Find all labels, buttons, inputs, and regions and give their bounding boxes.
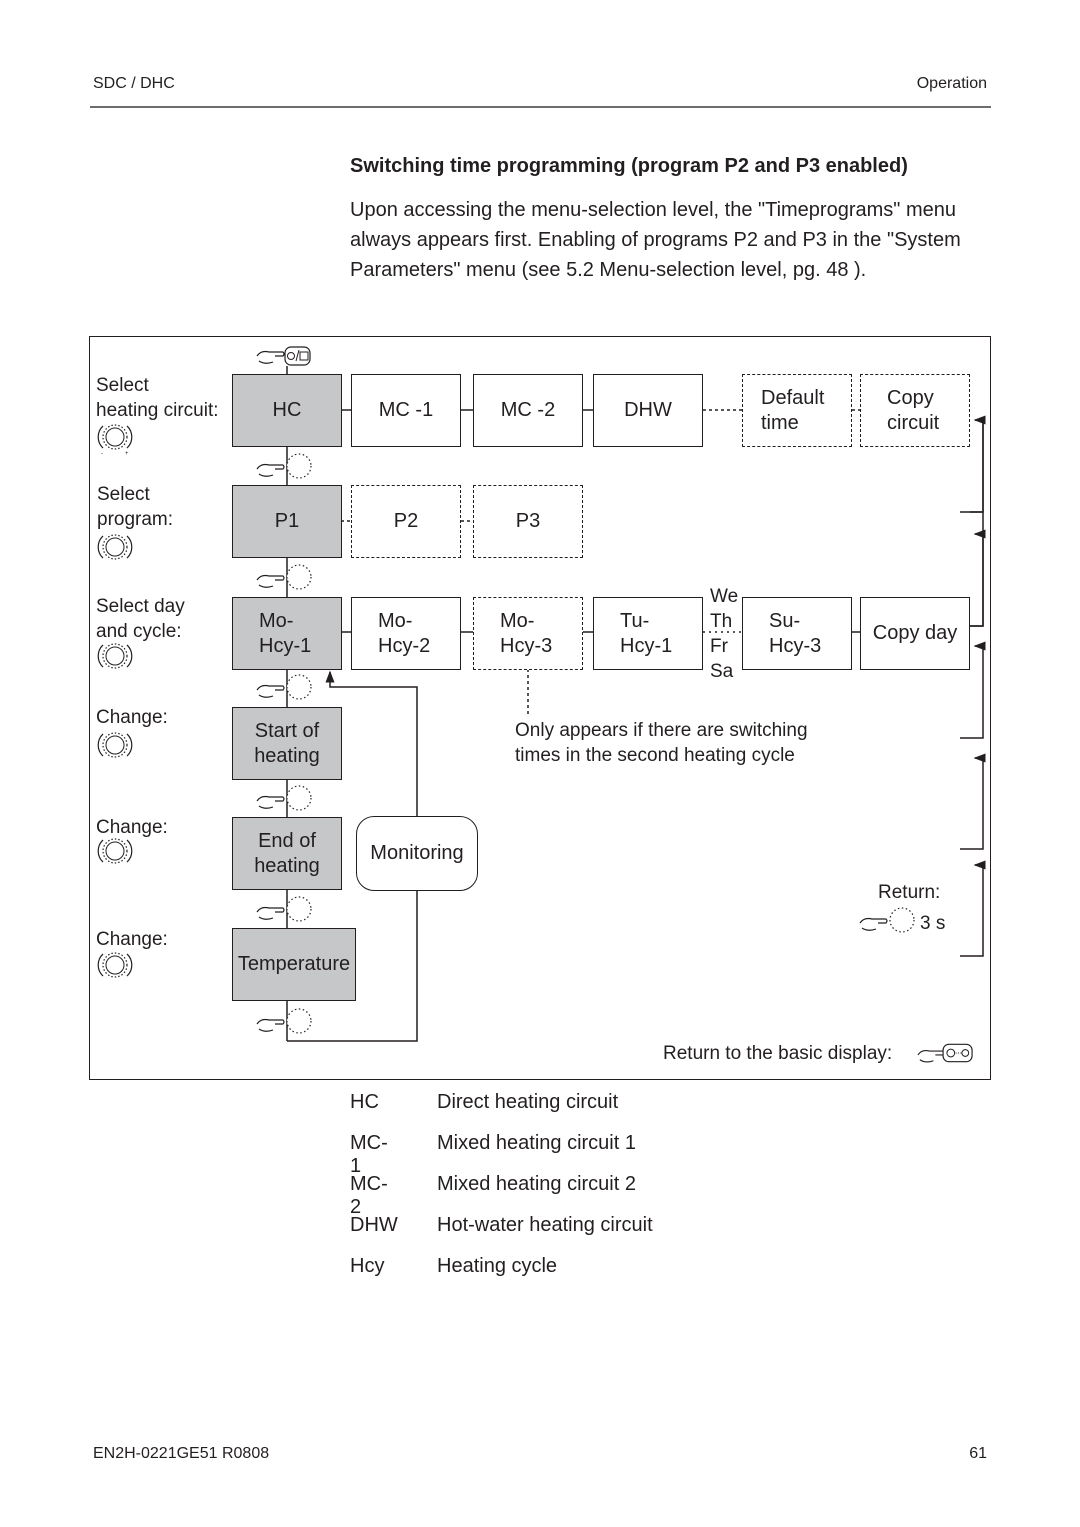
end-of-heating[interactable]: End of heating [232, 817, 342, 890]
box-line: heating [254, 854, 320, 877]
note-line: times in the second heating cycle [515, 745, 795, 766]
press-knob-icon [256, 785, 312, 811]
program-p2[interactable]: P2 [351, 485, 461, 558]
day-mo-hcy1[interactable]: Mo- Hcy-1 [232, 597, 342, 670]
legend-key: DHW [350, 1214, 398, 1236]
box-line: Mo- [259, 609, 294, 632]
legend-value: Mixed heating circuit 1 [437, 1132, 636, 1154]
circuit-mc2[interactable]: MC -2 [473, 374, 583, 447]
day-su-hcy3[interactable]: Su- Hcy-3 [742, 597, 852, 670]
return-basic-label: Return to the basic display: [663, 1043, 893, 1064]
press-knob-icon [256, 1008, 312, 1034]
press-knob-icon [859, 907, 915, 933]
box-line: Mo- [500, 609, 535, 632]
box-line: Copy [887, 386, 934, 409]
rotary-knob-icon [97, 643, 133, 669]
page-number: 61 [969, 1445, 987, 1462]
box-line: Hcy-3 [769, 634, 822, 657]
return-time: 3 s [920, 913, 946, 934]
monitoring: Monitoring [356, 816, 478, 891]
legend-value: Hot-water heating circuit [437, 1214, 653, 1236]
note-line: Only appears if there are switching [515, 720, 808, 741]
box-line: Hcy-2 [378, 634, 431, 657]
legend-key: HC [350, 1091, 379, 1113]
label-line: Select [96, 375, 149, 396]
copy-day[interactable]: Copy day [860, 597, 970, 670]
day-sa: Sa [710, 661, 734, 682]
press-knob-icon [256, 453, 312, 479]
label-line: Select day [96, 596, 185, 617]
day-th: Th [710, 611, 733, 632]
box-line: Tu- [620, 609, 650, 632]
box-line: Hcy-1 [620, 634, 673, 657]
box-line: Su- [769, 609, 801, 632]
box-line: Default [761, 386, 825, 409]
default-time[interactable]: Default time [742, 374, 852, 447]
footer-doc-code: EN2H-0221GE51 R0808 [93, 1445, 270, 1462]
legend-value: Direct heating circuit [437, 1091, 619, 1113]
box-line: Mo- [378, 609, 413, 632]
rotary-knob-icon [97, 534, 133, 560]
circuit-dhw[interactable]: DHW [593, 374, 703, 447]
press-knob-icon [256, 564, 312, 590]
box-line: Hcy-3 [500, 634, 553, 657]
copy-circuit[interactable]: Copy circuit [860, 374, 970, 447]
day-we: We [710, 586, 739, 607]
label-select-day: Select day and cycle: [96, 594, 185, 644]
day-fr: Fr [710, 636, 728, 657]
day-tu-hcy1[interactable]: Tu- Hcy-1 [593, 597, 703, 670]
press-knob-icon [256, 674, 312, 700]
circuit-mc1[interactable]: MC -1 [351, 374, 461, 447]
program-p1[interactable]: P1 [232, 485, 342, 558]
clock-menu-key-icon [256, 346, 311, 366]
legend-key: Hcy [350, 1255, 385, 1277]
svg-text:+: + [125, 451, 129, 456]
svg-text:-: - [101, 451, 103, 456]
rotary-knob-icon [97, 838, 133, 864]
box-line: Start of [254, 719, 320, 742]
box-line: Hcy-1 [259, 634, 312, 657]
box-line: time [761, 411, 799, 434]
hcy3-note: Only appears if there are switching time… [515, 718, 808, 768]
label-select-circuit: Select heating circuit: [96, 373, 219, 423]
box-line: heating [254, 744, 320, 767]
label-change-start: Change: [96, 707, 168, 728]
rotary-knob-icon [97, 952, 133, 978]
legend-value: Heating cycle [437, 1255, 558, 1277]
press-knob-icon [256, 896, 312, 922]
start-of-heating[interactable]: Start of heating [232, 707, 342, 780]
circuit-hc[interactable]: HC [232, 374, 342, 447]
home-key-icon [917, 1043, 973, 1063]
day-mo-hcy2[interactable]: Mo- Hcy-2 [351, 597, 461, 670]
legend-value: Mixed heating circuit 2 [437, 1173, 636, 1195]
label-select-program: Select program: [97, 482, 173, 532]
temperature[interactable]: Temperature [232, 928, 356, 1001]
legend-key: MC-2 [350, 1173, 388, 1218]
box-line: circuit [887, 411, 940, 434]
program-p3[interactable]: P3 [473, 485, 583, 558]
day-mo-hcy3[interactable]: Mo- Hcy-3 [473, 597, 583, 670]
rotary-knob-icon: - + [97, 424, 133, 456]
legend-key: MC-1 [350, 1132, 388, 1177]
box-line: End of [258, 829, 316, 852]
days-we-sa: We Th Fr Sa [710, 584, 738, 684]
rotary-knob-icon [97, 732, 133, 758]
return-label: Return: [878, 882, 941, 903]
label-line: Select [97, 484, 150, 505]
label-line: program: [97, 509, 174, 530]
